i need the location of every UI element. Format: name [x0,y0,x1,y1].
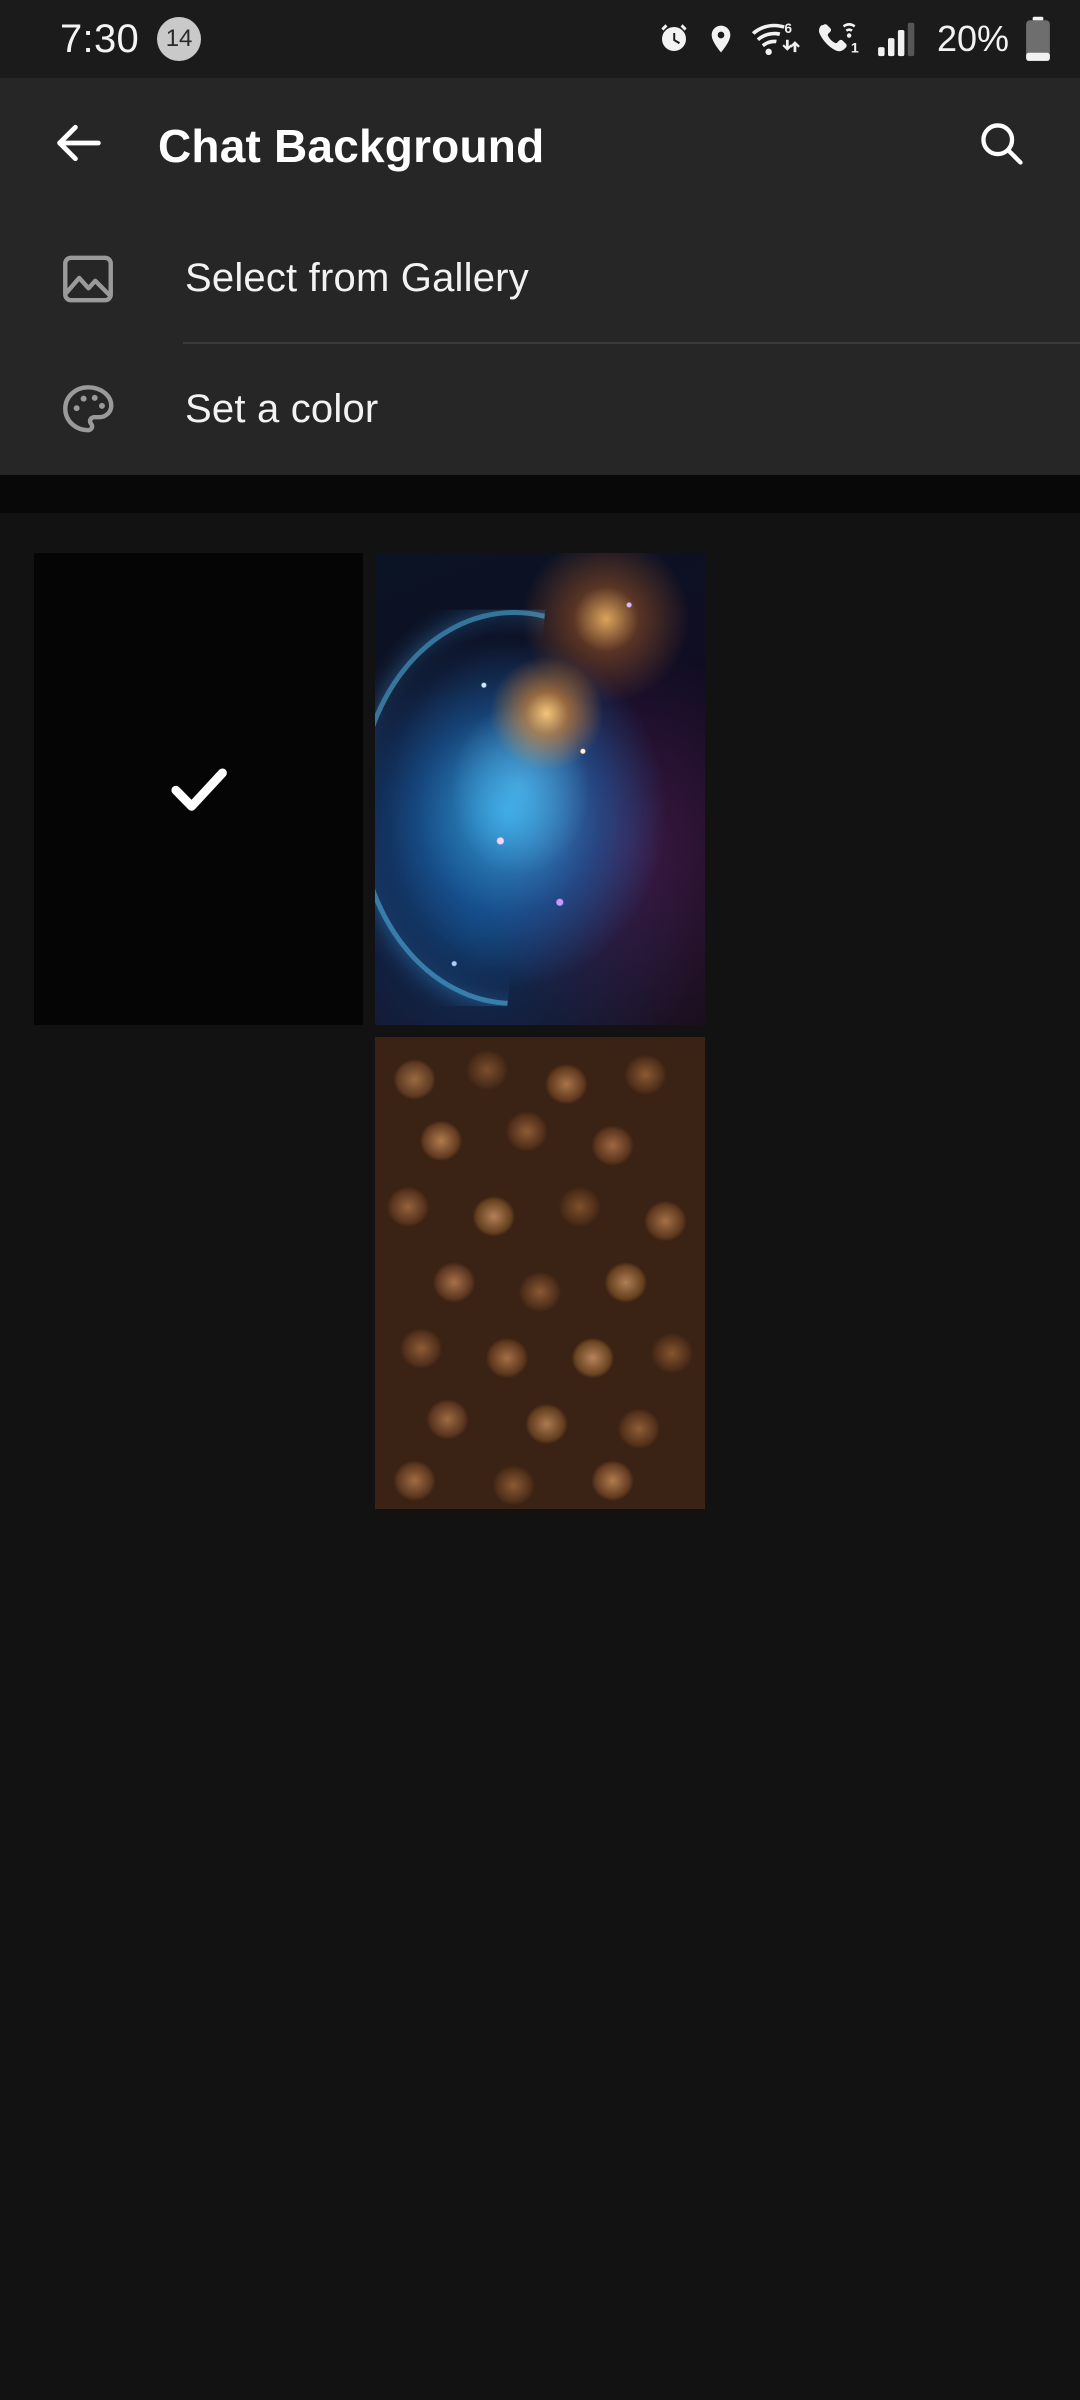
option-label: Set a color [185,387,379,431]
page-title: Chat Background [158,119,545,172]
status-clock: 7:30 [60,16,140,61]
nebula-bubble-arc [375,609,546,1007]
wallpaper-tile-night-sky[interactable] [717,1521,1046,1993]
option-select-from-gallery[interactable]: Select from Gallery [0,213,1080,344]
status-bar-left: 7:30 14 [60,16,202,62]
search-icon [975,117,1027,174]
tile-image [375,1037,705,1509]
wifi-calling-icon: 1 [815,20,863,58]
wallpaper-tile-milky-way[interactable] [717,553,1046,1025]
app-bar: Chat Background [0,78,1080,213]
wallpaper-tile-doodle-pattern-b[interactable] [375,2005,704,2400]
wallpaper-tile-doodle-pattern-a[interactable] [34,2005,363,2400]
phone-screen: 7:30 14 6 1 20% Chat Background Select f… [0,0,1080,2400]
wallpaper-tile-edison-bulb[interactable] [375,1521,704,1993]
check-icon [159,749,239,829]
battery-percentage: 20% [936,18,1009,59]
call-indicator-label: 1 [851,40,859,56]
option-label: Select from Gallery [185,256,529,300]
image-icon [55,246,121,312]
search-button[interactable] [964,109,1038,183]
wallpaper-tile-neon-arrow[interactable] [34,1521,363,1993]
option-set-a-color[interactable]: Set a color [0,344,1080,475]
arrow-left-icon [50,114,108,177]
wallpaper-tile-pine-forest[interactable] [34,1037,363,1509]
signal-bars-icon [876,21,918,57]
status-bar: 7:30 14 6 1 20% [0,0,1080,78]
tile-image [375,553,705,1025]
battery-icon [1024,16,1052,62]
wallpaper-tile-solid-black[interactable] [34,553,364,1025]
wifi-generation-label: 6 [784,21,792,36]
location-icon [705,21,737,57]
background-source-options: Select from Gallery Set a color [0,213,1080,475]
wallpaper-grid [0,513,1080,2400]
palette-icon [55,377,121,443]
alarm-icon [656,21,692,57]
wallpaper-tile-aerial-beach[interactable] [717,2005,1046,2400]
notification-count-badge: 14 [157,17,202,61]
section-separator [0,475,1080,513]
back-button[interactable] [42,109,116,183]
wallpaper-tile-coffee-beans[interactable] [375,1037,705,1509]
wallpaper-tile-rainbow-gradient[interactable] [717,1037,1046,1509]
wifi-icon: 6 [750,20,802,58]
wallpaper-tile-bubble-nebula[interactable] [375,553,705,1025]
status-bar-right: 6 1 20% [656,16,1052,62]
